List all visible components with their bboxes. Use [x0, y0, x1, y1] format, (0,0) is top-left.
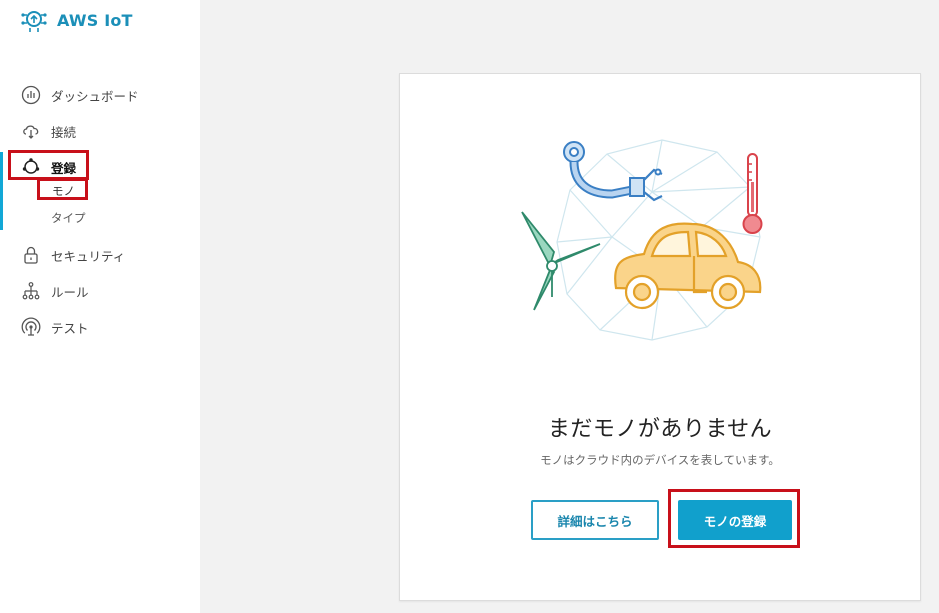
- iot-illustration: [521, 139, 763, 341]
- app-title: AWS IoT: [57, 10, 133, 30]
- test-signal-icon: [20, 316, 42, 338]
- cloud-connect-icon: [20, 120, 42, 142]
- learn-more-button[interactable]: 詳細はこちら: [531, 500, 659, 540]
- sidebar-item-rules[interactable]: ルール: [20, 280, 89, 302]
- sidebar-subitem-types[interactable]: タイプ: [51, 210, 86, 226]
- empty-state-title: まだモノがありません: [547, 417, 773, 442]
- highlight-register-button: [668, 489, 800, 548]
- sidebar-item-label: テスト: [51, 320, 89, 336]
- empty-state-card: まだモノがありません モノはクラウド内のデバイスを表しています。 詳細はこちら …: [399, 73, 921, 601]
- sidebar-item-connect[interactable]: 接続: [20, 120, 76, 142]
- rules-tree-icon: [20, 280, 42, 302]
- sidebar-item-label: 接続: [51, 124, 77, 140]
- sidebar-item-label: ルール: [51, 284, 89, 300]
- active-indicator: [0, 152, 3, 230]
- sidebar: AWS IoT ダッシュボード 接続 登録 モノ タイプ セキュリティ ルール: [0, 0, 200, 613]
- sidebar-item-security[interactable]: セキュリティ: [20, 244, 125, 266]
- highlight-register: [8, 150, 89, 180]
- highlight-things: [37, 178, 88, 200]
- sidebar-item-test[interactable]: テスト: [20, 316, 89, 338]
- empty-state-subtitle: モノはクラウド内のデバイスを表しています。: [540, 453, 780, 467]
- sidebar-item-label: セキュリティ: [51, 248, 126, 264]
- lock-icon: [20, 244, 42, 266]
- aws-iot-logo-icon: [21, 11, 47, 32]
- sidebar-item-label: ダッシュボード: [51, 88, 139, 104]
- aws-iot-logo[interactable]: AWS IoT: [20, 6, 133, 34]
- dashboard-icon: [20, 84, 42, 106]
- sidebar-item-dashboard[interactable]: ダッシュボード: [20, 84, 139, 106]
